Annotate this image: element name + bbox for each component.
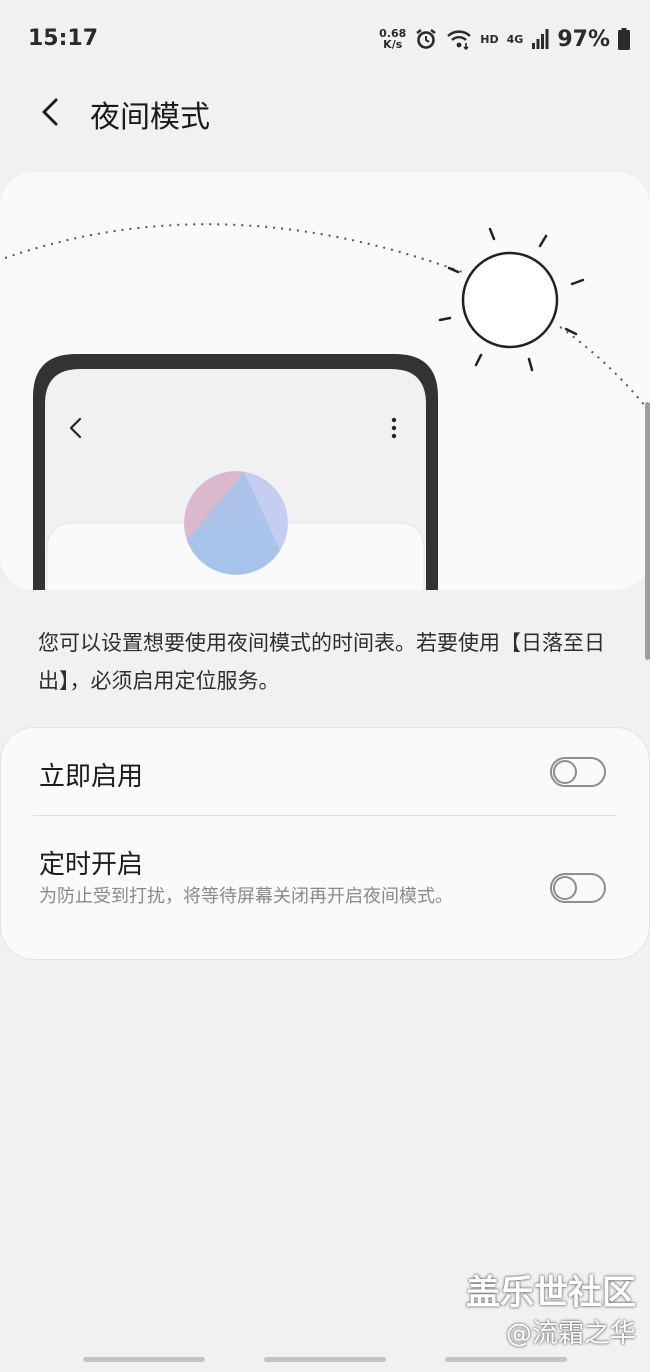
watermark: 盖乐世社区 @流霜之华 [466,1272,636,1354]
scrollbar[interactable] [645,402,650,660]
battery-icon [618,28,630,50]
chevron-left-icon [42,98,58,126]
enable-now-label: 立即启用 [39,762,144,792]
watermark-line1: 盖乐世社区 [466,1273,636,1313]
status-time: 15:17 [28,26,99,51]
sun-arc-path [4,223,463,273]
description-text: 您可以设置想要使用夜间模式的时间表。若要使用【日落至日出】，必须启用定位服务。 [38,631,605,693]
app-bar: 夜间模式 [0,80,650,144]
nav-pill-center[interactable] [264,1357,386,1362]
network-speed-unit: K/s [383,38,403,51]
more-icon [391,417,397,439]
scheduled-toggle[interactable] [550,873,606,903]
divider [33,815,617,816]
network-type: 4G [506,32,524,46]
watermark-line2: @流霜之华 [505,1319,636,1349]
hd-label: HD [480,32,499,46]
toggle-knob [553,760,577,784]
status-bar: 15:17 0.68 K/s HD 4G 97% [0,0,650,80]
back-button[interactable] [34,92,70,132]
status-icons: 0.68 K/s HD 4G 97% [379,22,630,56]
illustration-graphic [4,223,650,590]
alarm-icon [416,29,437,49]
sun-arc-path-right [559,326,650,413]
scheduled-subtitle: 为防止受到打扰，将等待屏幕关闭再开启夜间模式。 [39,886,453,907]
enable-now-toggle[interactable] [550,757,606,787]
page-title: 夜间模式 [90,100,210,135]
toggle-knob [553,876,577,900]
battery-percent: 97% [557,26,610,52]
sun-icon [438,227,585,372]
wifi-icon [447,30,472,50]
network-speed: 0.68 K/s [379,28,406,50]
signal-icon [532,29,549,49]
nav-pill-left[interactable] [83,1357,205,1362]
nav-pill-right[interactable] [445,1357,567,1362]
settings-card: 立即启用 定时开启 为防止受到打扰，将等待屏幕关闭再开启夜间模式。 [0,727,650,960]
pie-chart-graphic [184,471,288,575]
night-mode-illustration [0,172,650,590]
scheduled-label: 定时开启 [39,850,144,880]
